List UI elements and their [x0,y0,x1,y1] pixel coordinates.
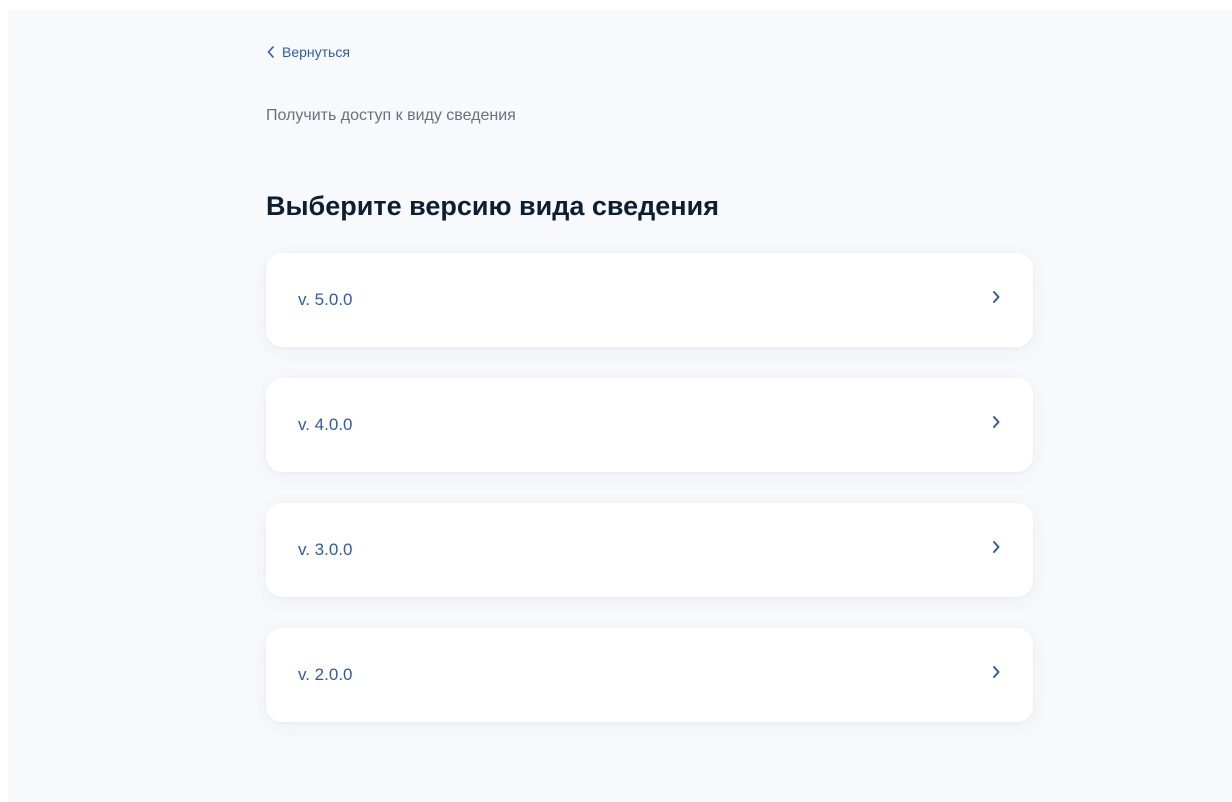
chevron-right-icon [993,416,1000,428]
chevron-right-icon [993,541,1000,553]
version-label: v. 4.0.0 [298,415,353,434]
back-link-label: Вернуться [282,44,350,60]
page-subtitle: Получить доступ к виду сведения [266,107,516,124]
chevron-right-icon [993,291,1000,303]
chevron-left-icon [267,46,274,58]
version-item-3-0-0[interactable]: v. 3.0.0 [266,503,1033,597]
version-item-2-0-0[interactable]: v. 2.0.0 [266,628,1033,722]
version-label: v. 5.0.0 [298,290,353,309]
version-list: v. 5.0.0 v. 4.0.0 v. 3.0.0 v. 2.0.0 [266,253,1033,722]
version-item-5-0-0[interactable]: v. 5.0.0 [266,253,1033,347]
version-label: v. 3.0.0 [298,540,353,559]
back-link[interactable]: Вернуться [266,43,350,61]
version-label: v. 2.0.0 [298,665,353,684]
version-item-4-0-0[interactable]: v. 4.0.0 [266,378,1033,472]
chevron-right-icon [993,666,1000,678]
page-title: Выберите версию вида сведения [266,191,719,221]
